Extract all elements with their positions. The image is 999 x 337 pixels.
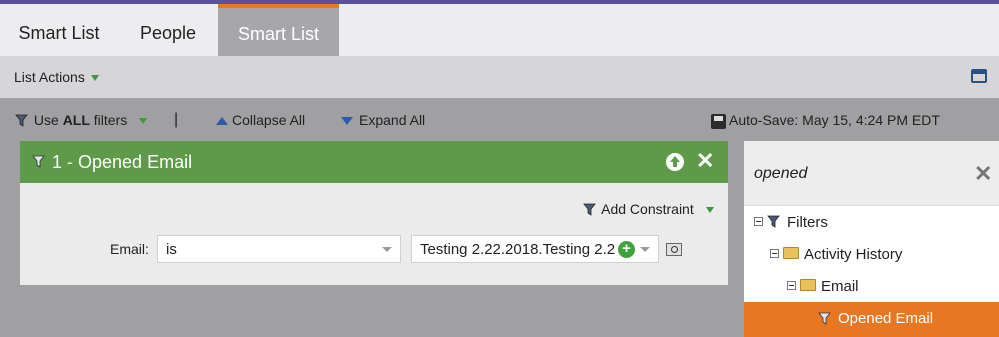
tab-smart-list-1[interactable]: Smart List <box>0 4 118 56</box>
filter-tree: Filters Activity History Email Opened Em… <box>744 206 999 337</box>
dropdown-triangle-icon <box>90 75 99 82</box>
chevron-down-icon <box>382 247 392 252</box>
chevron-down-icon <box>640 247 650 252</box>
tab-people[interactable]: People <box>118 4 218 56</box>
tree-node-email[interactable]: Email <box>744 270 999 302</box>
operator-value: is <box>166 241 177 258</box>
funnel-icon <box>32 155 45 168</box>
filter-search-panel: opened ✕ Filters Activity History Email … <box>744 141 999 337</box>
operator-select[interactable]: is <box>157 235 401 263</box>
email-field-label: Email: <box>110 241 149 257</box>
collapse-toggle-icon[interactable] <box>770 249 779 258</box>
filter-card: 1 - Opened Email ✕ Add Constraint Email:… <box>20 141 728 285</box>
window-toggle-icon[interactable] <box>971 69 987 83</box>
remove-filter-icon[interactable]: ✕ <box>696 149 714 173</box>
use-all-filters-dropdown[interactable]: Use ALL filters <box>14 112 148 129</box>
tree-node-label: Activity History <box>804 246 903 263</box>
email-value-select[interactable]: Testing 2.22.2018.Testing 2.22 + <box>411 235 659 263</box>
funnel-icon <box>818 312 831 325</box>
collapse-all-button[interactable]: Collapse All <box>216 112 305 128</box>
toolbar-separator: | <box>174 111 179 128</box>
folder-icon <box>800 279 816 291</box>
funnel-icon <box>583 203 596 217</box>
expand-all-button[interactable]: Expand All <box>341 112 425 128</box>
tree-node-filters[interactable]: Filters <box>744 206 999 238</box>
use-label-suffix: filters <box>89 112 128 128</box>
add-constraint-label: Add Constraint <box>601 201 694 217</box>
move-up-icon[interactable] <box>666 153 684 171</box>
use-label-prefix: Use <box>33 112 63 128</box>
use-label-bold: ALL <box>62 112 90 128</box>
add-constraint-button[interactable]: Add Constraint <box>582 201 714 218</box>
tree-node-opened-email[interactable]: Opened Email <box>744 302 999 337</box>
tree-node-label: Filters <box>787 214 828 231</box>
list-actions-label: List Actions <box>14 69 85 85</box>
dropdown-triangle-icon <box>705 207 714 214</box>
folder-icon <box>783 247 799 259</box>
tree-node-label: Opened Email <box>838 310 934 327</box>
expand-triangle-icon <box>341 117 353 126</box>
auto-save-text: Auto-Save: May 15, 4:24 PM EDT <box>729 112 940 128</box>
collapse-toggle-icon[interactable] <box>754 217 763 226</box>
filter-toolbar: Use ALL filters | Collapse All Expand Al… <box>0 98 999 142</box>
tab-bar: Smart List People Smart List <box>0 4 999 56</box>
collapse-all-label: Collapse All <box>232 112 306 128</box>
list-actions-menu[interactable]: List Actions <box>14 69 99 85</box>
filter-title: 1 - Opened Email <box>52 152 193 172</box>
tree-node-activity-history[interactable]: Activity History <box>744 238 999 270</box>
funnel-icon <box>767 215 780 228</box>
clear-search-icon[interactable]: ✕ <box>974 161 992 187</box>
collapse-triangle-icon <box>216 117 228 126</box>
actions-bar: List Actions <box>0 56 999 98</box>
lookup-icon[interactable] <box>666 243 682 256</box>
email-value: Testing 2.22.2018.Testing 2.22 <box>420 241 616 258</box>
save-icon <box>711 113 726 129</box>
funnel-icon <box>15 114 28 128</box>
expand-all-label: Expand All <box>359 112 426 128</box>
search-input[interactable]: opened <box>754 165 807 183</box>
add-value-icon[interactable]: + <box>618 241 635 258</box>
filter-search-box[interactable]: opened ✕ <box>744 141 999 206</box>
auto-save-status: Auto-Save: May 15, 4:24 PM EDT <box>711 112 940 129</box>
tab-smart-list-active[interactable]: Smart List <box>218 4 339 56</box>
tree-node-label: Email <box>821 278 859 295</box>
filter-card-header: 1 - Opened Email ✕ <box>20 141 728 183</box>
collapse-toggle-icon[interactable] <box>787 281 796 290</box>
dropdown-triangle-icon <box>139 118 148 125</box>
